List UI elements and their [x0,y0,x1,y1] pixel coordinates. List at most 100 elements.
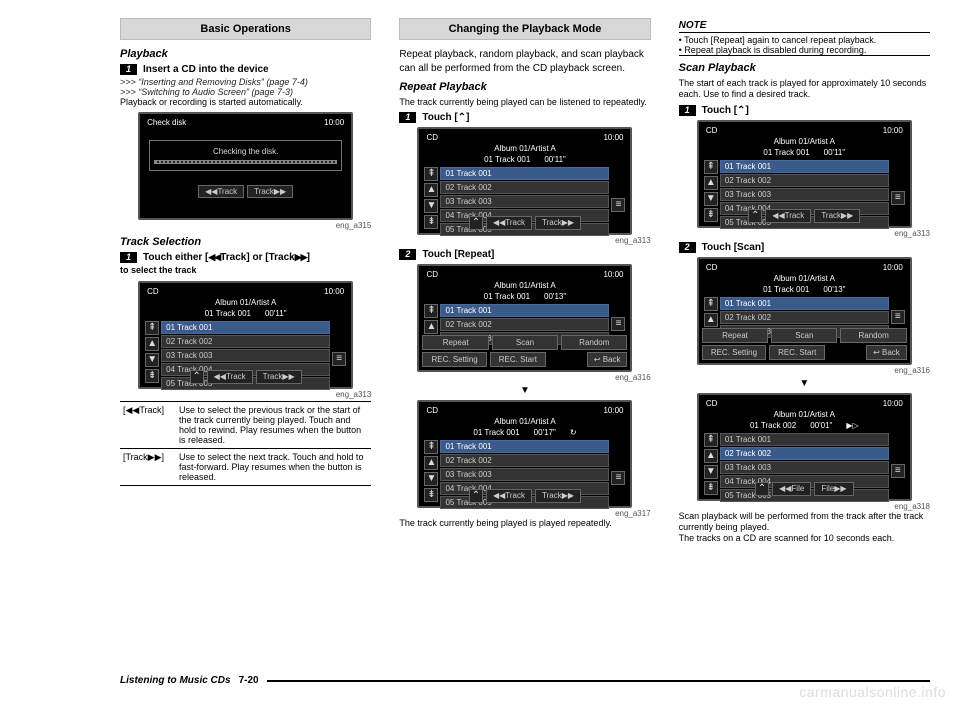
now-time: 00'11" [265,309,287,318]
list-item: 03 Track 003 [720,188,889,201]
step-scan-2: 2 Touch [Scan] [679,242,930,253]
forward-icon: ▶▶ [148,452,162,462]
screen-title: Check disk [147,118,186,127]
repeat-desc: The track currently being played can be … [399,97,650,108]
up-icon: ▲ [704,449,718,463]
repeat-button: Repeat [702,328,768,343]
footer-rule [267,680,930,682]
up-icon: ▲ [424,456,438,470]
screen-prev-button: ◀◀File [772,482,811,496]
now-time: 00'11" [544,155,566,164]
list-item: 02 Track 002 [440,318,609,331]
step-number-icon: 1 [679,105,696,116]
menu-icon: ≡ [891,310,905,324]
screen-prev-button: ◀◀Track [198,185,244,198]
step-text: Touch [Scan] [702,242,765,253]
back-button: ↩ Back [866,345,907,360]
list-item: 03 Track 003 [161,349,330,362]
figure-id: eng_a317 [399,509,650,518]
album-header: Album 01/Artist A [702,273,907,284]
table-cell-value: Use to select the previous track or the … [176,401,371,448]
column-middle: Changing the Playback Mode Repeat playba… [399,18,650,544]
screen-prev-button: ◀◀Track [765,209,811,223]
random-button: Random [561,335,627,350]
screen-clock: 10:00 [603,406,623,415]
screen-next-button: File▶▶ [814,482,853,496]
step-repeat-1: 1 Touch [⌃] [399,112,650,123]
list-up-icon: ⇞ [424,304,438,318]
playback-auto-text: Playback or recording is started automat… [120,97,371,108]
rewind-icon: ◀◀ [208,252,220,262]
down-icon: ▼ [704,465,718,479]
section-bar-basic: Basic Operations [120,18,371,40]
heading-track-selection: Track Selection [120,236,371,248]
scan-end-text-1: Scan playback will be performed from the… [679,511,930,534]
rec-setting-button: REC. Setting [422,352,486,367]
watermark: carmanualsonline.info [799,684,946,700]
step-text: Insert a CD into the device [143,64,269,75]
ref-switch-audio: >>> “Switching to Audio Screen” (page 7-… [120,87,371,97]
caret-up-icon: ⌃ [190,370,204,384]
note-item: Touch [Repeat] again to cancel repeat pl… [679,35,930,45]
device-screen-scan-active: CD10:00 Album 01/Artist A 01 Track 002 0… [697,393,912,501]
down-icon: ▼ [145,353,159,367]
up-icon: ▲ [704,176,718,190]
now-track: 01 Track 001 [763,148,809,157]
list-item: 02 Track 002 [720,174,889,187]
album-header: Album 01/Artist A [702,409,907,420]
step-scan-1: 1 Touch [⌃] [679,105,930,116]
list-item: 03 Track 003 [720,461,889,474]
menu-icon: ≡ [611,317,625,331]
list-item: 01 Track 001 [720,297,889,310]
screen-next-button: Track▶▶ [535,216,581,230]
heading-repeat-playback: Repeat Playback [399,81,650,93]
now-track: 01 Track 001 [473,428,519,437]
cd-icon: CD [706,126,718,135]
step-number-icon: 1 [399,112,416,123]
down-icon: ▼ [424,199,438,213]
list-item: 02 Track 002 [440,181,609,194]
now-track: 01 Track 001 [484,155,530,164]
menu-icon: ≡ [332,352,346,366]
menu-icon: ≡ [891,191,905,205]
scan-end-text-2: The tracks on a CD are scanned for 10 se… [679,533,930,544]
list-item: 03 Track 003 [440,468,609,481]
step-tracksel-2: to select the track [120,265,371,276]
forward-icon: ▶▶ [295,252,307,262]
step-text: Touch [⌃] [702,105,749,116]
step-text: Touch [Repeat] [422,249,494,260]
now-time: 00'17" [534,428,556,437]
down-triangle-icon: ▼ [679,378,930,389]
album-header: Album 01/Artist A [422,280,627,291]
up-icon: ▲ [424,183,438,197]
random-button: Random [840,328,906,343]
figure-id: eng_a313 [679,229,930,238]
screen-next-button: Track▶▶ [535,489,581,503]
cd-icon: CD [706,399,718,408]
screen-next-button: Track▶▶ [247,185,293,198]
step-playback-1: 1 Insert a CD into the device [120,64,371,75]
screen-clock: 10:00 [603,270,623,279]
now-track: 01 Track 001 [763,285,809,294]
cd-icon: CD [426,406,438,415]
table-cell-key: [Track▶▶] [120,448,176,485]
device-screen-mode-buttons: CD10:00 Album 01/Artist A 01 Track 00100… [697,257,912,365]
album-header: Album 01/Artist A [702,136,907,147]
screen-msg: Checking the disk. [213,147,278,156]
menu-icon: ≡ [611,471,625,485]
step-text: Touch either [◀◀Track] or [Track▶▶] [143,252,310,263]
album-header: Album 01/Artist A [422,416,627,427]
step-number-icon: 2 [399,249,416,260]
figure-id: eng_a316 [399,373,650,382]
now-time: 00'11" [824,148,846,157]
track-list: 01 Track 001 02 Track 002 03 Track 003 0… [161,321,330,366]
caret-up-icon: ⌃ [458,112,466,123]
rec-setting-button: REC. Setting [702,345,766,360]
up-icon: ▲ [424,320,438,334]
menu-icon: ≡ [611,198,625,212]
section-bar-changing-mode: Changing the Playback Mode [399,18,650,40]
repeat-badge-icon: ↻ [570,428,577,437]
album-header: Album 01/Artist A [422,143,627,154]
column-left: Basic Operations Playback 1 Insert a CD … [120,18,371,544]
down-icon: ▼ [704,192,718,206]
